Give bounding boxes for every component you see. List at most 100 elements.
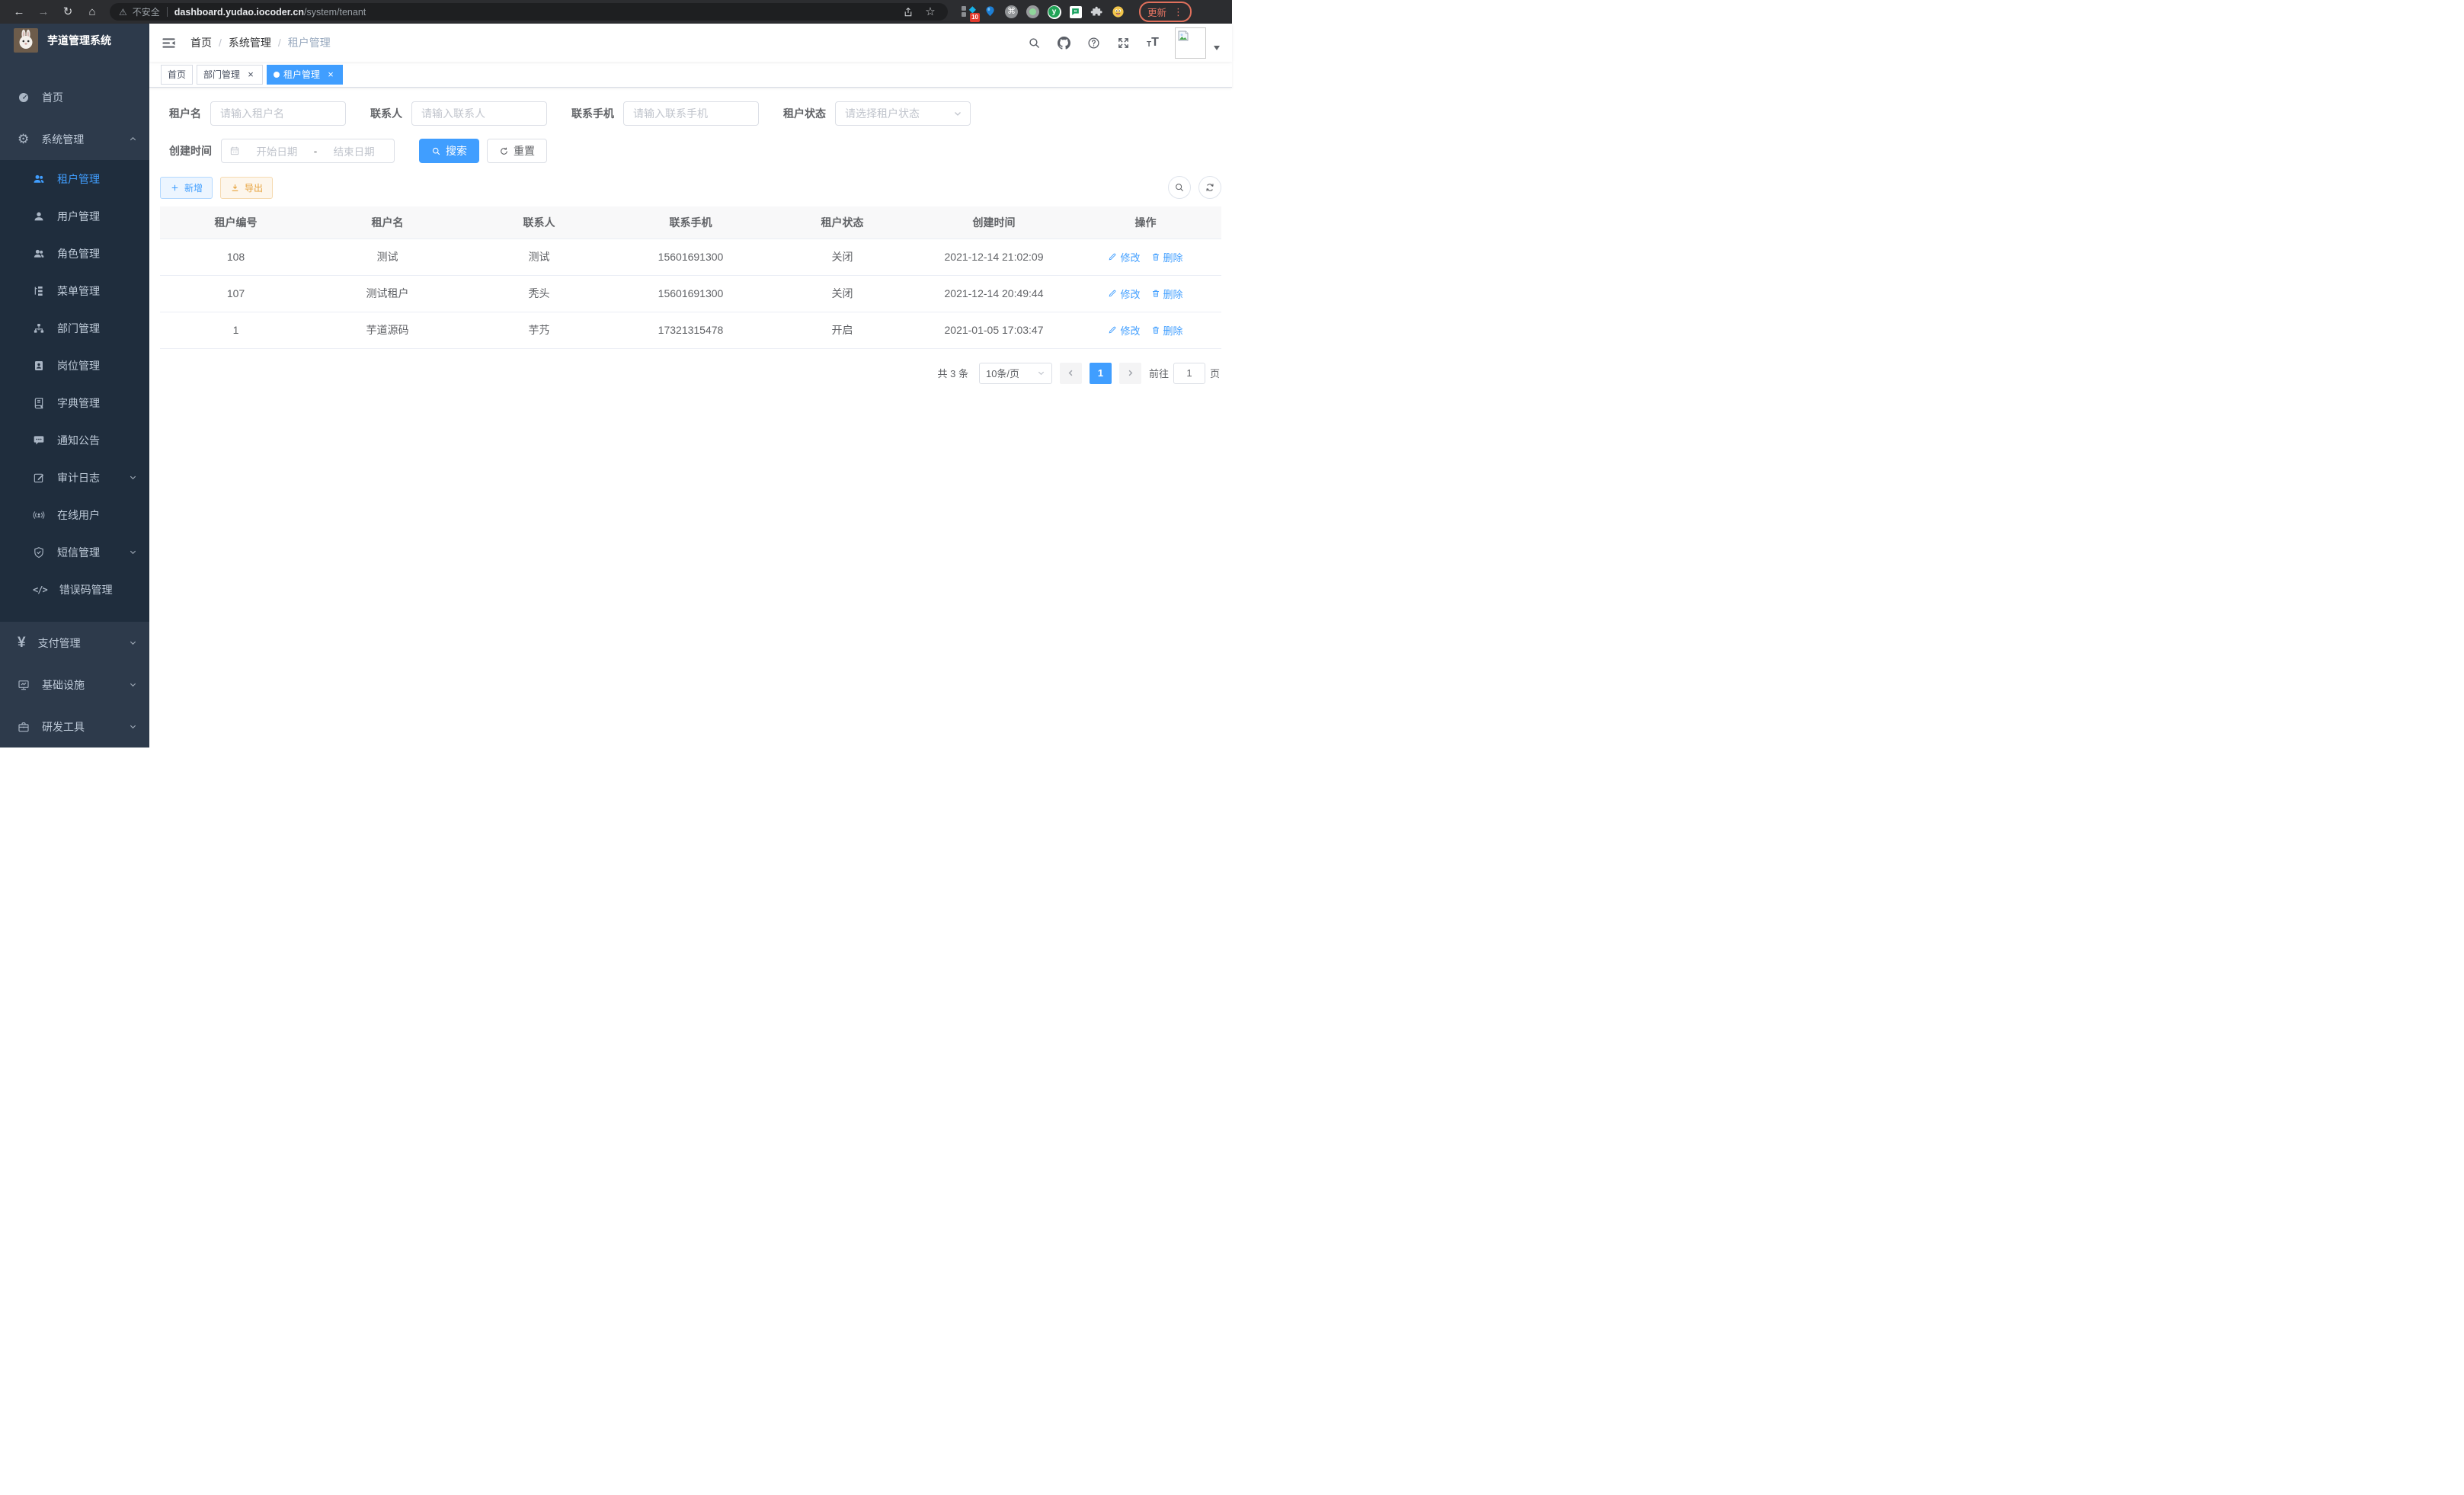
edit-link[interactable]: 修改 <box>1108 287 1140 301</box>
sidebar-collapse-icon[interactable] <box>162 34 178 51</box>
chrome-menu-icon[interactable]: ⋮ <box>1173 6 1183 18</box>
edit-link[interactable]: 修改 <box>1108 250 1140 264</box>
edit-link[interactable]: 修改 <box>1108 323 1140 338</box>
emoji-icon[interactable] <box>1111 5 1125 19</box>
download-icon <box>230 183 240 193</box>
end-date-placeholder: 结束日期 <box>322 143 386 158</box>
column-header: 租户编号 <box>160 206 312 238</box>
page-size-select[interactable]: 10条/页 <box>979 363 1052 384</box>
sidebar-item-dev-tools[interactable]: 研发工具 <box>0 706 149 748</box>
sidebar-item-menu[interactable]: 菜单管理 <box>0 272 149 309</box>
user-icon <box>33 210 45 222</box>
extension-icons: ◆10 ⌘ y <box>962 5 1125 19</box>
fullscreen-icon[interactable] <box>1115 35 1131 50</box>
navbar-action-icons: TT <box>1026 35 1160 50</box>
create-time-range-picker[interactable]: 开始日期 - 结束日期 <box>221 139 395 163</box>
tags-view: 首页部门管理×租户管理× <box>149 62 1232 88</box>
sidebar-item-post[interactable]: 岗位管理 <box>0 347 149 384</box>
user-avatar-menu[interactable] <box>1175 27 1220 59</box>
delete-link[interactable]: 删除 <box>1151 250 1183 264</box>
close-icon[interactable]: × <box>245 69 256 80</box>
goto-page-input[interactable] <box>1173 363 1205 384</box>
sidebar-item-system[interactable]: ⚙系统管理 <box>0 118 149 160</box>
sidebar-item-label: 首页 <box>42 90 63 105</box>
not-secure-icon: ⚠ <box>119 8 127 17</box>
font-size-icon[interactable]: TT <box>1145 35 1160 50</box>
chevron-left-icon <box>1067 369 1075 377</box>
prev-page-button[interactable] <box>1060 363 1082 384</box>
status-select[interactable]: 请选择租户状态 <box>835 101 971 126</box>
app-logo <box>14 28 38 53</box>
next-page-button[interactable] <box>1119 363 1141 384</box>
reload-button[interactable]: ↻ <box>58 2 78 22</box>
y-circle-icon[interactable]: y <box>1047 5 1061 19</box>
tenant-name-label: 租户名 <box>169 106 201 121</box>
tenant-name-input[interactable] <box>210 101 346 126</box>
delete-link[interactable]: 删除 <box>1151 323 1183 338</box>
reset-button[interactable]: 重置 <box>487 139 547 163</box>
sidebar-item-label: 研发工具 <box>42 719 85 735</box>
sidebar-item-dept[interactable]: 部门管理 <box>0 309 149 347</box>
breadcrumb-home[interactable]: 首页 <box>190 35 212 50</box>
chevron-right-icon <box>1126 369 1134 377</box>
edit-icon <box>1108 325 1117 335</box>
share-icon[interactable] <box>900 7 917 18</box>
workona-icon[interactable]: ◆10 <box>962 5 976 19</box>
omnibox-divider <box>167 7 168 17</box>
sidebar-item-dict[interactable]: 字典管理 <box>0 384 149 421</box>
chrome-update-button[interactable]: 更新 ⋮ <box>1139 2 1192 22</box>
org-tree-icon <box>33 322 45 335</box>
sidebar-item-error-code[interactable]: </>错误码管理 <box>0 571 149 608</box>
search-icon[interactable] <box>1026 35 1042 50</box>
github-icon[interactable] <box>1056 35 1071 50</box>
sidebar-item-audit-log[interactable]: 审计日志 <box>0 459 149 496</box>
toggle-search-button[interactable] <box>1168 176 1191 199</box>
address-bar[interactable]: ⚠ 不安全 dashboard.yudao.iocoder.cn/system/… <box>110 3 948 21</box>
sidebar-item-infrastructure[interactable]: 基础设施 <box>0 664 149 706</box>
chat-icon[interactable] <box>1068 5 1083 19</box>
infrastructure-icon <box>18 679 30 691</box>
error-code-icon: </> <box>33 585 47 594</box>
record-icon[interactable] <box>1026 5 1040 19</box>
delete-link[interactable]: 删除 <box>1151 287 1183 301</box>
command-icon[interactable]: ⌘ <box>1004 5 1019 19</box>
tenant-users-icon <box>33 173 45 185</box>
tab-tenant[interactable]: 租户管理× <box>267 65 343 85</box>
column-header: 联系人 <box>463 206 615 238</box>
tab-home[interactable]: 首页 <box>161 65 193 85</box>
page-url: dashboard.yudao.iocoder.cn/system/tenant <box>174 7 366 18</box>
home-button[interactable]: ⌂ <box>82 2 102 22</box>
bookmark-star-icon[interactable]: ☆ <box>922 6 939 18</box>
export-button[interactable]: 导出 <box>220 177 273 199</box>
delete-icon <box>1151 289 1160 298</box>
back-button[interactable]: ← <box>9 2 29 22</box>
sidebar-item-tenant[interactable]: 租户管理 <box>0 160 149 197</box>
puzzle-icon[interactable] <box>1090 5 1104 19</box>
sidebar-item-home[interactable]: 首页 <box>0 76 149 118</box>
sidebar-item-notice[interactable]: 通知公告 <box>0 421 149 459</box>
page-number-1[interactable]: 1 <box>1090 363 1112 384</box>
browser-chrome: ←→↻⌂ ⚠ 不安全 dashboard.yudao.iocoder.cn/sy… <box>0 0 1232 24</box>
sidebar-item-label: 部门管理 <box>57 321 100 336</box>
filter-form: 租户名 联系人 联系手机 租户状态 请选择租户状态 <box>169 101 1221 163</box>
sidebar-item-sms[interactable]: 短信管理 <box>0 533 149 571</box>
help-icon[interactable] <box>1086 35 1101 50</box>
contact-input[interactable] <box>411 101 547 126</box>
sidebar-item-role[interactable]: 角色管理 <box>0 235 149 272</box>
refresh-table-button[interactable] <box>1198 176 1221 199</box>
chevron-down-icon <box>953 109 962 118</box>
forward-button[interactable]: → <box>34 2 53 22</box>
search-button[interactable]: 搜索 <box>419 139 479 163</box>
edit-icon <box>1108 252 1117 261</box>
balloon-icon[interactable] <box>983 5 997 19</box>
sidebar-item-online-user[interactable]: 在线用户 <box>0 496 149 533</box>
app-logo-row[interactable]: 芋道管理系统 <box>0 24 149 56</box>
sms-shield-icon <box>33 546 45 559</box>
mobile-input[interactable] <box>623 101 759 126</box>
sidebar-item-payment[interactable]: ¥支付管理 <box>0 622 149 664</box>
tab-dept[interactable]: 部门管理× <box>197 65 263 85</box>
add-button[interactable]: 新增 <box>160 177 213 199</box>
close-icon[interactable]: × <box>325 69 336 80</box>
sidebar-item-label: 支付管理 <box>38 635 81 651</box>
sidebar-item-user[interactable]: 用户管理 <box>0 197 149 235</box>
